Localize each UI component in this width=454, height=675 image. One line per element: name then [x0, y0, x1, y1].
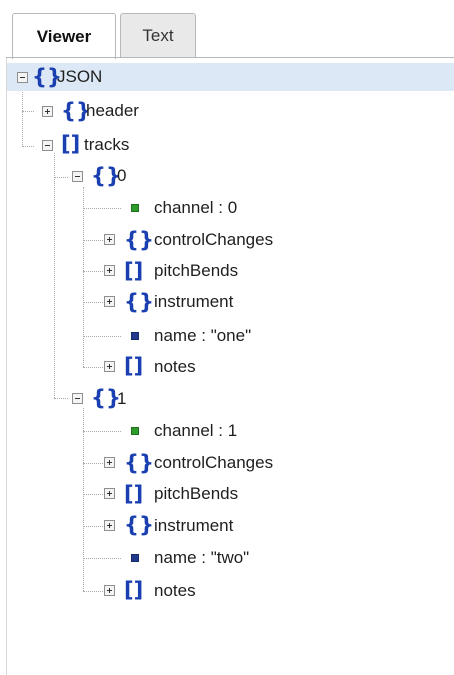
tree-guide	[22, 111, 34, 112]
tree-guide	[83, 302, 105, 303]
tab-bar: Viewer Text	[6, 0, 454, 59]
blue-square-icon	[131, 332, 139, 340]
tree-guide	[83, 240, 105, 241]
node-label-notes[interactable]: notes	[154, 577, 196, 605]
square-brackets-icon: []	[61, 132, 81, 156]
tree-guide	[22, 83, 23, 147]
plus-box-icon[interactable]	[104, 457, 115, 468]
leaf-name[interactable]: name : "one"	[154, 322, 251, 350]
tree-guide	[54, 153, 55, 398]
tree-guide	[83, 526, 105, 527]
square-brackets-icon: []	[124, 259, 144, 283]
tree-guide	[83, 431, 121, 432]
tree-guide	[22, 146, 34, 147]
node-label-json: JSON	[57, 67, 103, 86]
square-brackets-icon: []	[124, 578, 144, 602]
minus-box-icon[interactable]	[72, 171, 83, 182]
tree-guide	[83, 494, 105, 495]
curly-braces-icon: {}	[124, 513, 154, 537]
plus-box-icon[interactable]	[104, 265, 115, 276]
tree-guide	[83, 208, 121, 209]
node-label-pitchbends[interactable]: pitchBends	[154, 480, 238, 508]
tree-guide	[83, 591, 105, 592]
blue-square-icon	[131, 554, 139, 562]
tree-guide	[83, 271, 105, 272]
minus-box-icon[interactable]	[42, 140, 53, 151]
plus-box-icon[interactable]	[104, 296, 115, 307]
plus-box-icon[interactable]	[104, 585, 115, 596]
node-label-notes[interactable]: notes	[154, 353, 196, 381]
plus-box-icon[interactable]	[104, 520, 115, 531]
plus-box-icon[interactable]	[104, 488, 115, 499]
square-brackets-icon: []	[124, 482, 144, 506]
node-label-controlchanges[interactable]: controlChanges	[154, 226, 273, 254]
tree-guide	[54, 398, 68, 399]
tree-guide	[54, 177, 68, 178]
tree-guide	[83, 558, 121, 559]
node-label-controlchanges[interactable]: controlChanges	[154, 449, 273, 477]
panel-left-border	[6, 58, 7, 675]
square-brackets-icon: []	[124, 354, 144, 378]
curly-braces-icon: {}	[124, 451, 154, 475]
node-label-pitchbends[interactable]: pitchBends	[154, 257, 238, 285]
plus-box-icon[interactable]	[104, 361, 115, 372]
plus-box-icon[interactable]	[104, 234, 115, 245]
green-square-icon	[131, 427, 139, 435]
leaf-channel[interactable]: channel : 1	[154, 417, 237, 445]
plus-box-icon[interactable]	[42, 106, 53, 117]
tree-guide	[83, 336, 121, 337]
leaf-channel[interactable]: channel : 0	[154, 194, 237, 222]
tree-guide	[83, 463, 105, 464]
tree-guide	[83, 187, 84, 367]
tab-divider	[6, 57, 454, 58]
minus-box-icon[interactable]	[72, 393, 83, 404]
minus-box-icon[interactable]	[17, 72, 28, 83]
curly-braces-icon: {}	[124, 228, 154, 252]
node-label-tracks[interactable]: tracks	[84, 131, 129, 159]
node-label-track-0[interactable]: 0	[117, 162, 126, 190]
tree-guide	[83, 367, 105, 368]
green-square-icon	[131, 204, 139, 212]
node-label-header[interactable]: header	[86, 97, 139, 125]
leaf-name[interactable]: name : "two"	[154, 544, 249, 572]
tree-guide	[83, 408, 84, 591]
node-label-instrument[interactable]: instrument	[154, 512, 233, 540]
node-label-instrument[interactable]: instrument	[154, 288, 233, 316]
node-label-track-1[interactable]: 1	[117, 385, 126, 413]
tab-viewer[interactable]: Viewer	[12, 13, 116, 59]
curly-braces-icon: {}	[124, 290, 154, 314]
tab-text[interactable]: Text	[120, 13, 196, 57]
